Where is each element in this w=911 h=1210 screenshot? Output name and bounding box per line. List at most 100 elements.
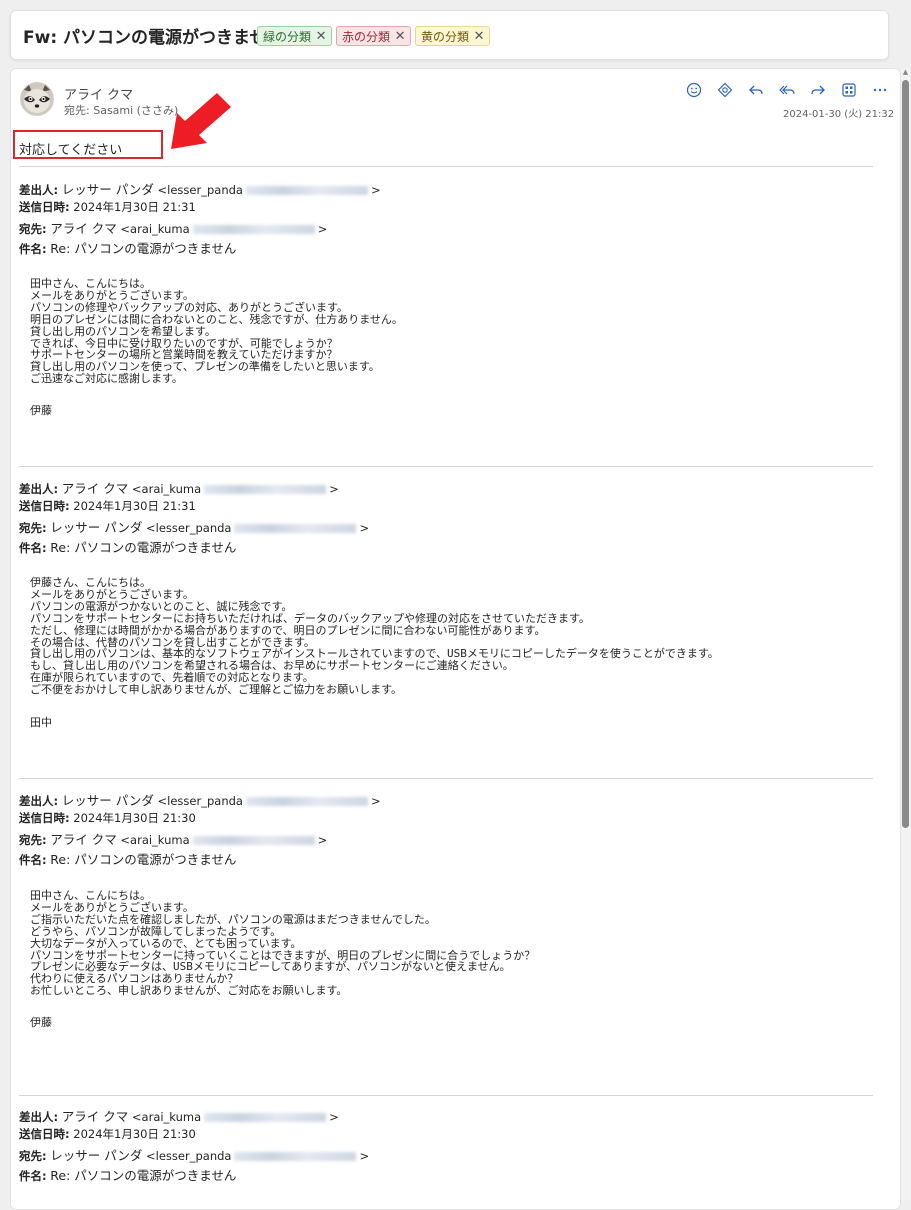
quoted-header: 差出人: レッサー パンダ <lesser_panda > 送信日時: 2024年… bbox=[19, 179, 879, 257]
quoted-header: 差出人: レッサー パンダ <lesser_panda > 送信日時: 2024年… bbox=[19, 790, 879, 868]
category-tag-green[interactable]: 緑の分類 ✕ bbox=[257, 26, 333, 46]
category-tag-yellow[interactable]: 黄の分類 ✕ bbox=[415, 26, 491, 46]
message-date: 2024-01-30 (火) 21:32 bbox=[783, 109, 895, 120]
from-name: レッサー パンダ bbox=[61, 793, 154, 808]
angle-close: > bbox=[370, 794, 381, 808]
from-name: アライ クマ bbox=[61, 1109, 129, 1124]
category-label: 赤の分類 bbox=[342, 29, 391, 44]
red-arrow-icon bbox=[171, 93, 231, 149]
avatar[interactable] bbox=[20, 82, 54, 116]
divider bbox=[19, 466, 873, 467]
angle-close: > bbox=[359, 521, 370, 535]
to-label: 宛先: bbox=[19, 1149, 47, 1163]
from-address: <arai_kuma bbox=[131, 1110, 202, 1124]
angle-close: > bbox=[329, 1110, 339, 1124]
from-label: 差出人: bbox=[19, 183, 59, 197]
from-name: アライ クマ bbox=[61, 481, 129, 496]
apps-icon[interactable] bbox=[839, 80, 859, 100]
scroll-up-icon[interactable]: ▲ bbox=[901, 68, 910, 77]
recipient-label: 宛先: bbox=[64, 104, 90, 117]
redacted-email bbox=[204, 1113, 327, 1122]
to-label: 宛先: bbox=[19, 833, 47, 847]
category-label: 緑の分類 bbox=[263, 29, 312, 44]
recipient-line: 宛先: Sasami (ささみ) bbox=[64, 102, 178, 118]
redacted-email bbox=[192, 836, 315, 845]
email-subject: Fw: パソコンの電源がつきません bbox=[23, 28, 284, 48]
angle-close: > bbox=[359, 1149, 370, 1163]
divider bbox=[19, 166, 873, 167]
redacted-email bbox=[204, 485, 327, 494]
quoted-body: 田中さん、こんにちは。 メールをありがとうございます。 パソコンの修理やバックア… bbox=[30, 277, 403, 386]
angle-close: > bbox=[329, 482, 339, 496]
from-name: レッサー パンダ bbox=[61, 182, 154, 197]
to-name: アライ クマ bbox=[50, 832, 117, 847]
category-tag-red[interactable]: 赤の分類 ✕ bbox=[336, 26, 412, 46]
sent-label: 送信日時: bbox=[19, 810, 70, 825]
quoted-body: 伊藤さん、こんにちは。 メールをありがとうございます。 パソコンの電源がつかない… bbox=[30, 576, 719, 697]
quoted-subject: Re: パソコンの電源がつきません bbox=[50, 240, 237, 256]
signature: 伊藤 bbox=[30, 404, 52, 417]
to-name: レッサー パンダ bbox=[50, 520, 143, 535]
quoted-subject: Re: パソコンの電源がつきません bbox=[50, 539, 237, 555]
more-icon[interactable] bbox=[870, 80, 890, 100]
to-label: 宛先: bbox=[19, 222, 47, 236]
close-icon[interactable]: ✕ bbox=[311, 29, 331, 44]
from-address: <lesser_panda bbox=[157, 794, 243, 808]
to-address: <arai_kuma bbox=[120, 833, 190, 847]
quoted-header: 差出人: アライ クマ <arai_kuma > 送信日時: 2024年1月30日… bbox=[19, 478, 879, 556]
sent-date: 2024年1月30日 21:31 bbox=[73, 199, 196, 214]
category-label: 黄の分類 bbox=[421, 29, 470, 44]
from-label: 差出人: bbox=[19, 482, 59, 496]
subject-label: 件名: bbox=[19, 241, 47, 256]
redacted-email bbox=[234, 1152, 357, 1161]
message-card: アライ クマ 宛先: Sasami (ささみ) 2024-01-30 (火) 2… bbox=[10, 68, 901, 1210]
quoted-subject: Re: パソコンの電源がつきません bbox=[50, 1167, 237, 1183]
angle-close: > bbox=[370, 183, 381, 197]
redacted-email bbox=[192, 225, 315, 234]
sent-label: 送信日時: bbox=[19, 1126, 70, 1141]
redacted-email bbox=[245, 186, 368, 195]
to-name: レッサー パンダ bbox=[50, 1148, 143, 1163]
close-icon[interactable]: ✕ bbox=[469, 29, 489, 44]
from-label: 差出人: bbox=[19, 794, 59, 808]
sent-date: 2024年1月30日 21:30 bbox=[73, 810, 196, 825]
to-address: <lesser_panda bbox=[146, 1149, 232, 1163]
subject-label: 件名: bbox=[19, 540, 47, 555]
sender-name[interactable]: アライ クマ bbox=[64, 84, 133, 103]
from-address: <arai_kuma bbox=[131, 482, 202, 496]
subject-label: 件名: bbox=[19, 1168, 47, 1183]
sent-date: 2024年1月30日 21:30 bbox=[73, 1126, 196, 1141]
to-address: <arai_kuma bbox=[120, 222, 190, 236]
reply-icon[interactable] bbox=[746, 80, 766, 100]
raccoon-avatar-icon bbox=[20, 82, 54, 116]
sent-date: 2024年1月30日 21:31 bbox=[73, 498, 196, 513]
subject-bar: Fw: パソコンの電源がつきません 緑の分類 ✕ 赤の分類 ✕ 黄の分類 ✕ bbox=[10, 10, 889, 60]
smile-icon[interactable] bbox=[684, 80, 704, 100]
scroll-thumb[interactable] bbox=[902, 80, 909, 828]
quoted-subject: Re: パソコンの電源がつきません bbox=[50, 851, 237, 867]
divider bbox=[19, 1095, 873, 1096]
to-address: <lesser_panda bbox=[146, 521, 232, 535]
quoted-header: 差出人: アライ クマ <arai_kuma > 送信日時: 2024年1月30日… bbox=[19, 1106, 879, 1184]
from-label: 差出人: bbox=[19, 1110, 59, 1124]
category-tags: 緑の分類 ✕ 赤の分類 ✕ 黄の分類 ✕ bbox=[257, 26, 491, 46]
reply-all-icon[interactable] bbox=[777, 80, 797, 100]
vertical-scrollbar[interactable]: ▲ bbox=[901, 68, 910, 1200]
from-address: <lesser_panda bbox=[157, 183, 243, 197]
signature: 田中 bbox=[30, 716, 52, 729]
redacted-email bbox=[234, 524, 357, 533]
divider bbox=[19, 778, 873, 779]
angle-close: > bbox=[317, 833, 328, 847]
message-actions bbox=[684, 80, 890, 100]
to-label: 宛先: bbox=[19, 521, 47, 535]
redacted-email bbox=[245, 797, 368, 806]
note-text: 対応してください bbox=[19, 143, 123, 158]
signature: 伊藤 bbox=[30, 1016, 52, 1029]
sent-label: 送信日時: bbox=[19, 199, 70, 214]
sticker-icon[interactable] bbox=[715, 80, 735, 100]
quoted-body: 田中さん、こんにちは。 メールをありがとうございます。 ご指示いただいた点を確認… bbox=[30, 889, 536, 998]
close-icon[interactable]: ✕ bbox=[390, 29, 410, 44]
angle-close: > bbox=[317, 222, 328, 236]
subject-label: 件名: bbox=[19, 852, 47, 867]
forward-icon[interactable] bbox=[808, 80, 828, 100]
